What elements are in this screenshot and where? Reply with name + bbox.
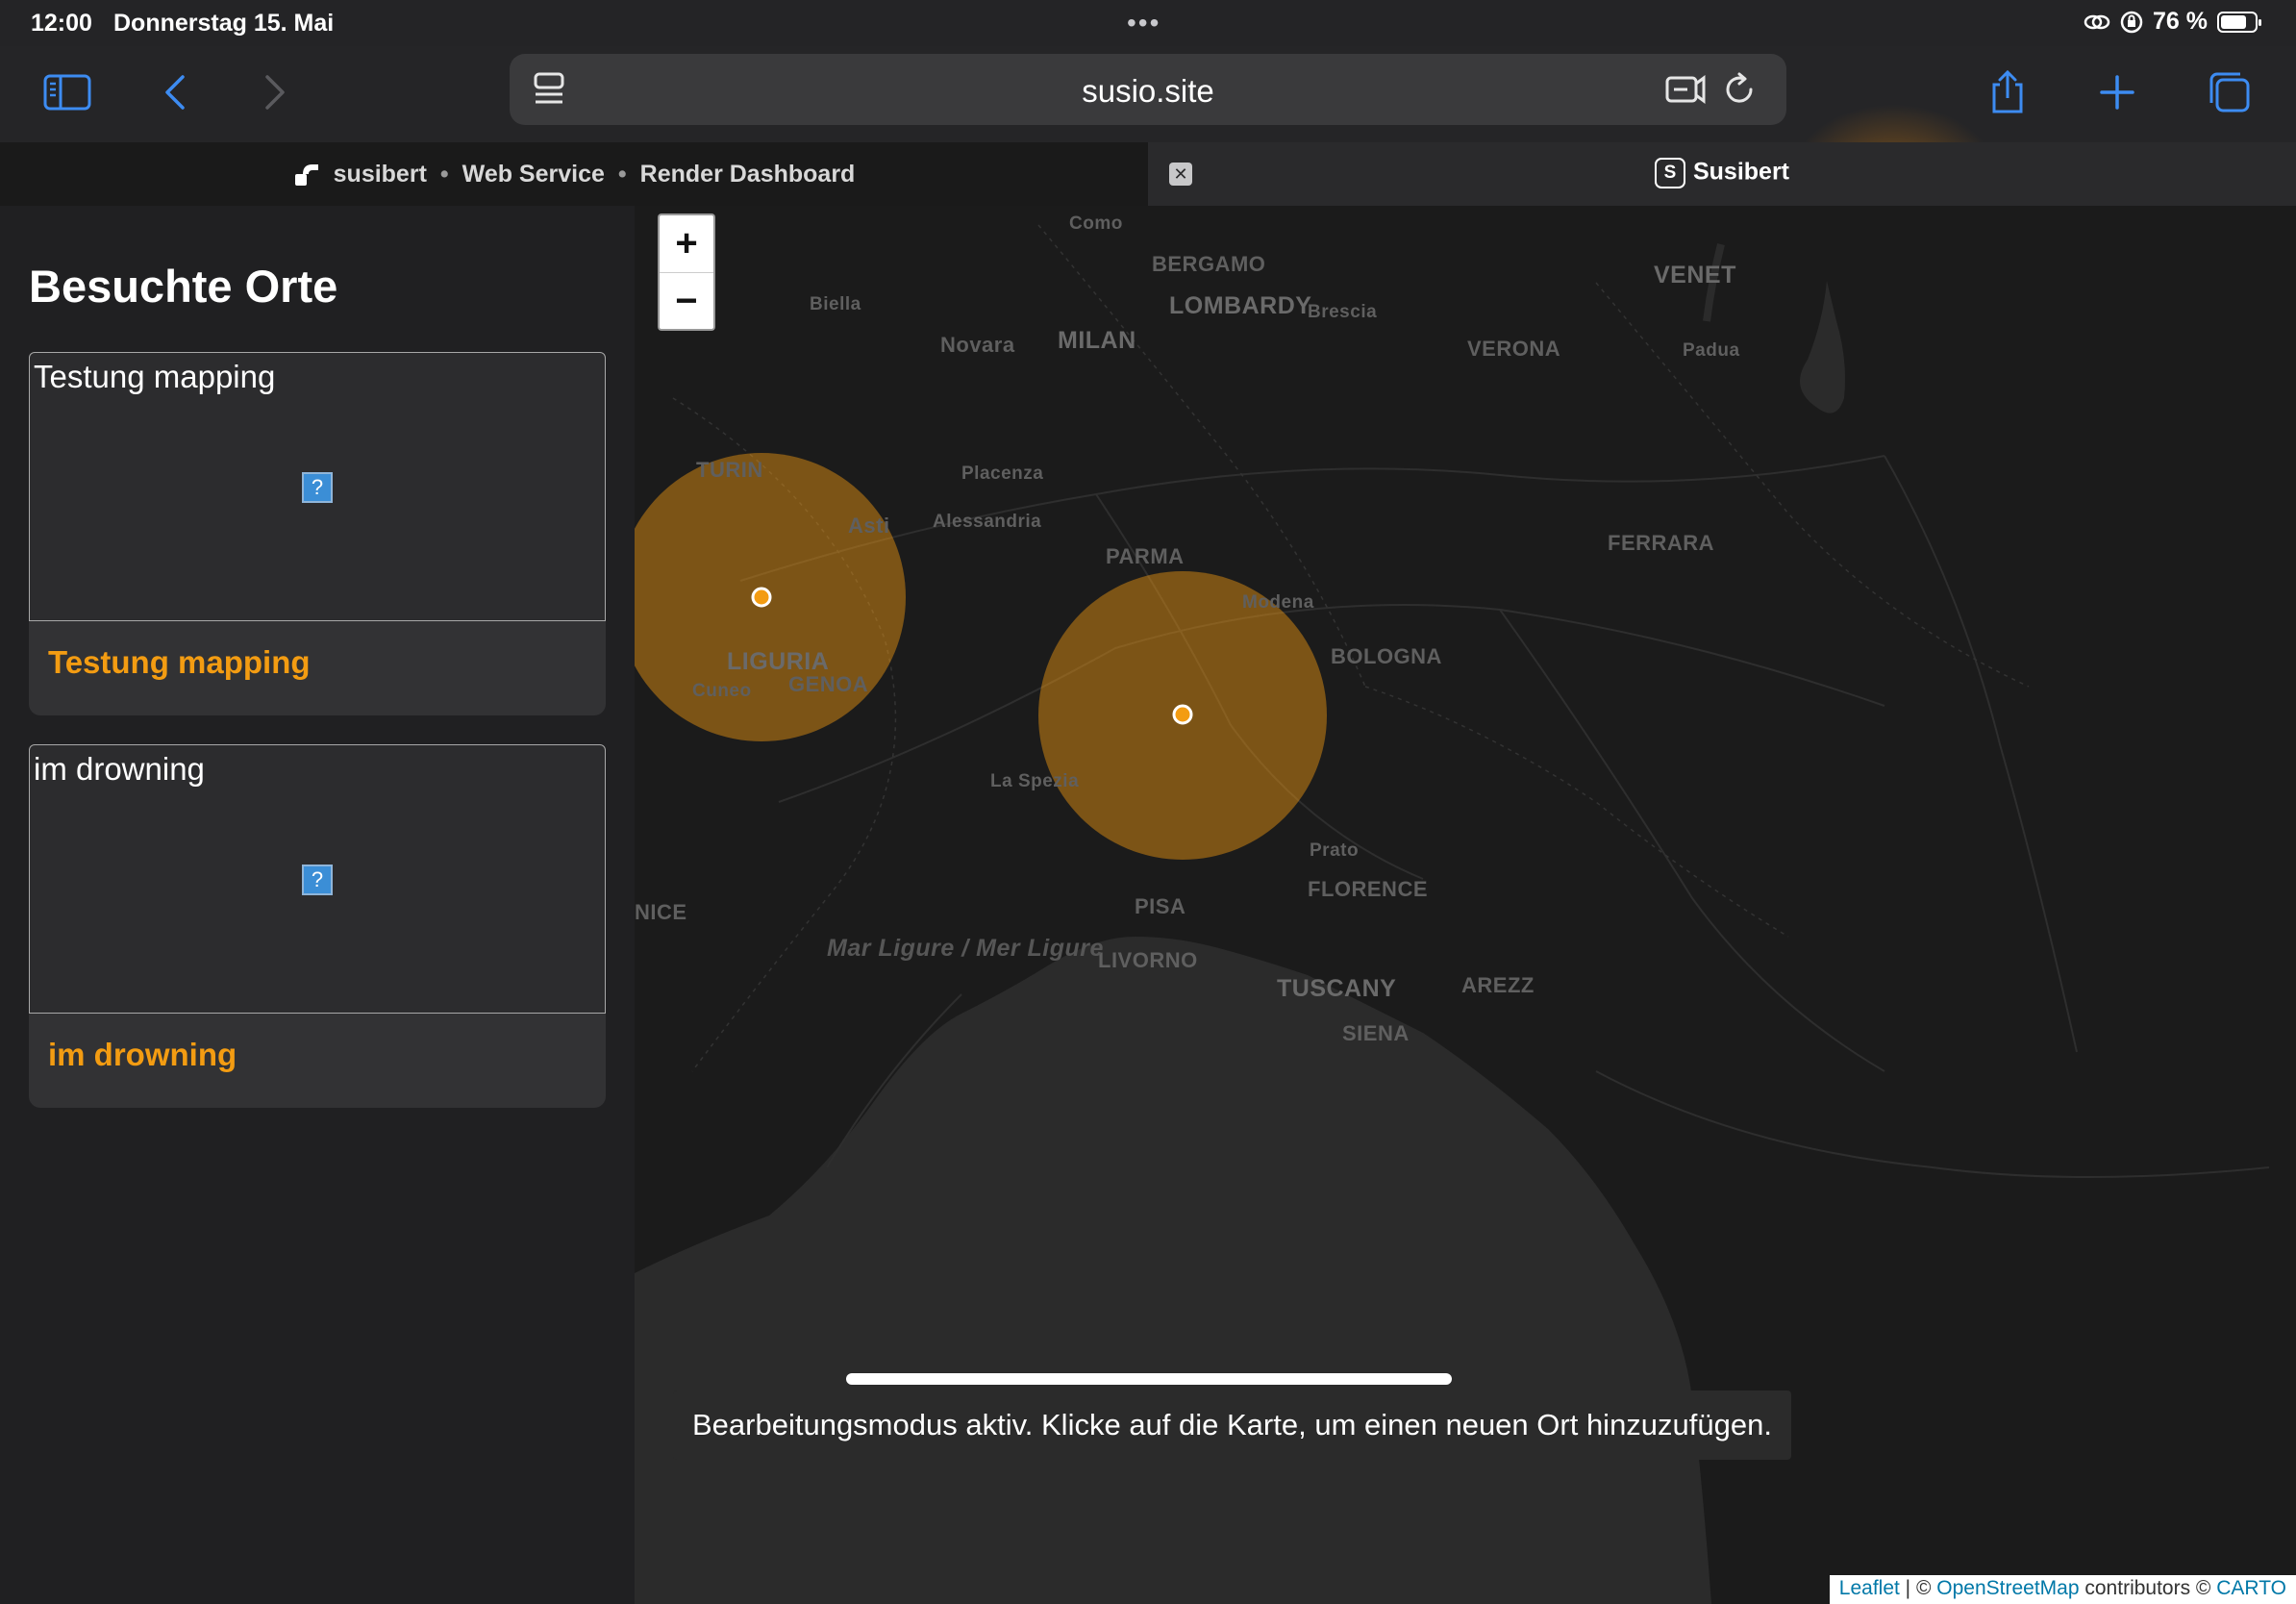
status-right: 76 %: [2084, 8, 2261, 36]
forward-chevron-icon[interactable]: [246, 63, 304, 121]
map-attribution: Leaflet | © OpenStreetMap contributors ©…: [1829, 1575, 2296, 1604]
map-label-placenza: Placenza: [961, 464, 1044, 484]
map-label-milan: MILAN: [1058, 327, 1136, 354]
map-label-asti: Asti: [848, 514, 890, 538]
tab-bar: susibert • Web Service • Render Dashboar…: [0, 142, 2296, 206]
leaflet-link[interactable]: Leaflet: [1839, 1577, 1900, 1599]
browser-toolbar: susio.site: [0, 46, 2296, 258]
place-title[interactable]: im drowning: [48, 1037, 237, 1073]
share-icon[interactable]: [1979, 63, 2036, 121]
home-indicator[interactable]: [846, 1373, 1452, 1385]
image-alt-text: Testung mapping: [34, 359, 276, 394]
map-label-ferrara: FERRARA: [1608, 531, 1715, 555]
tab-title-text: Susibert: [1692, 158, 1790, 186]
map-label-modena: Modena: [1242, 592, 1314, 613]
edit-mode-toast: Bearbeitungsmodus aktiv. Klicke auf die …: [673, 1391, 1791, 1460]
site-favicon-icon: S: [1654, 158, 1685, 188]
status-time: 12:00: [31, 10, 92, 37]
zoom-control: + −: [658, 213, 715, 331]
attrib-sep: | ©: [1899, 1577, 1937, 1599]
map-label-venet: VENET: [1654, 262, 1736, 288]
place-marker[interactable]: [1172, 704, 1193, 725]
status-bar: 12:00 Donnerstag 15. Mai ••• 76 %: [0, 0, 2296, 46]
map-label-pisa: PISA: [1135, 894, 1186, 918]
broken-image-icon: ?: [302, 865, 333, 895]
tabs-overview-icon[interactable]: [2200, 63, 2258, 121]
status-date: Donnerstag 15. Mai: [113, 10, 335, 37]
battery-percent: 76 %: [2153, 8, 2208, 35]
map-label-cuneo: Cuneo: [692, 681, 752, 701]
map-label-la-spezia: La Spezia: [990, 771, 1080, 791]
map-label-novara: Novara: [940, 333, 1015, 357]
map-label-bergamo: BERGAMO: [1152, 252, 1266, 276]
sidebar-toggle-icon[interactable]: [38, 63, 96, 121]
battery-icon: [2217, 11, 2261, 33]
zoom-in-button[interactable]: +: [660, 215, 713, 272]
places-sidebar: Besuchte Orte Testung mapping ? Testung …: [0, 206, 635, 1604]
tab-separator: •: [617, 160, 627, 188]
render-logo-icon: [294, 164, 318, 186]
tab-part-3: Render Dashboard: [639, 160, 856, 188]
map-label-verona: VERONA: [1467, 337, 1561, 361]
place-title[interactable]: Testung mapping: [48, 644, 311, 681]
tab-part-2: Web Service: [462, 160, 605, 188]
map-label-bologna: BOLOGNA: [1331, 644, 1442, 668]
address-bar[interactable]: susio.site: [510, 54, 1786, 125]
map-label-lombardy: LOMBARDY: [1169, 292, 1312, 319]
tab-render-dashboard[interactable]: susibert • Web Service • Render Dashboar…: [0, 142, 1148, 206]
link-icon: [2084, 14, 2110, 29]
place-marker[interactable]: [751, 587, 772, 608]
zoom-out-button[interactable]: −: [660, 273, 713, 330]
orientation-lock-icon: [2120, 11, 2143, 33]
map-label-alessandria: Alessandria: [933, 512, 1042, 532]
place-image: im drowning ?: [29, 744, 606, 1014]
map-label-turin: TURIN: [696, 458, 763, 482]
map-label-nice: NICE: [635, 900, 687, 924]
map-label-siena: SIENA: [1342, 1021, 1410, 1045]
map-label-tuscany: TUSCANY: [1277, 975, 1397, 1002]
osm-link[interactable]: OpenStreetMap: [1936, 1577, 2079, 1599]
place-card[interactable]: im drowning ? im drowning: [29, 744, 606, 1108]
battery-fill: [2221, 14, 2246, 29]
reload-icon[interactable]: [1717, 67, 1761, 112]
translate-icon[interactable]: [1663, 67, 1708, 112]
url-text: susio.site: [1082, 73, 1214, 109]
carto-link[interactable]: CARTO: [2216, 1577, 2286, 1599]
map-label-padua: Padua: [1683, 340, 1740, 361]
map-label-arezzo: AREZZ: [1461, 973, 1535, 997]
tab-susibert[interactable]: ✕ S Susibert: [1148, 142, 2296, 206]
map-label-parma: PARMA: [1106, 544, 1185, 568]
multitasking-dots-icon[interactable]: •••: [1127, 8, 1160, 38]
tab-part-1: susibert: [333, 160, 427, 188]
map-label-como: Como: [1069, 213, 1123, 234]
place-image: Testung mapping ?: [29, 352, 606, 621]
place-card[interactable]: Testung mapping ? Testung mapping: [29, 352, 606, 715]
attrib-contributors: contributors ©: [2079, 1577, 2217, 1599]
map-canvas[interactable]: Como BERGAMO LOMBARDY Brescia VENET Biel…: [635, 206, 2296, 1604]
map-label-livorno: LIVORNO: [1098, 948, 1198, 972]
map-label-biella: Biella: [810, 294, 861, 314]
broken-image-icon: ?: [302, 472, 333, 503]
back-chevron-icon[interactable]: [146, 63, 204, 121]
new-tab-plus-icon[interactable]: [2088, 63, 2146, 121]
map-label-genoa: GENOA: [788, 672, 869, 696]
map-label-florence: FLORENCE: [1308, 877, 1428, 901]
sidebar-title: Besuchte Orte: [29, 261, 338, 312]
map-label-sea: Mar Ligure / Mer Ligure: [827, 935, 1104, 962]
map-label-brescia: Brescia: [1308, 302, 1378, 322]
map-label-prato: Prato: [1310, 840, 1360, 861]
image-alt-text: im drowning: [34, 751, 205, 787]
tab-separator: •: [439, 160, 449, 188]
tab-title: S Susibert: [1148, 158, 2296, 188]
